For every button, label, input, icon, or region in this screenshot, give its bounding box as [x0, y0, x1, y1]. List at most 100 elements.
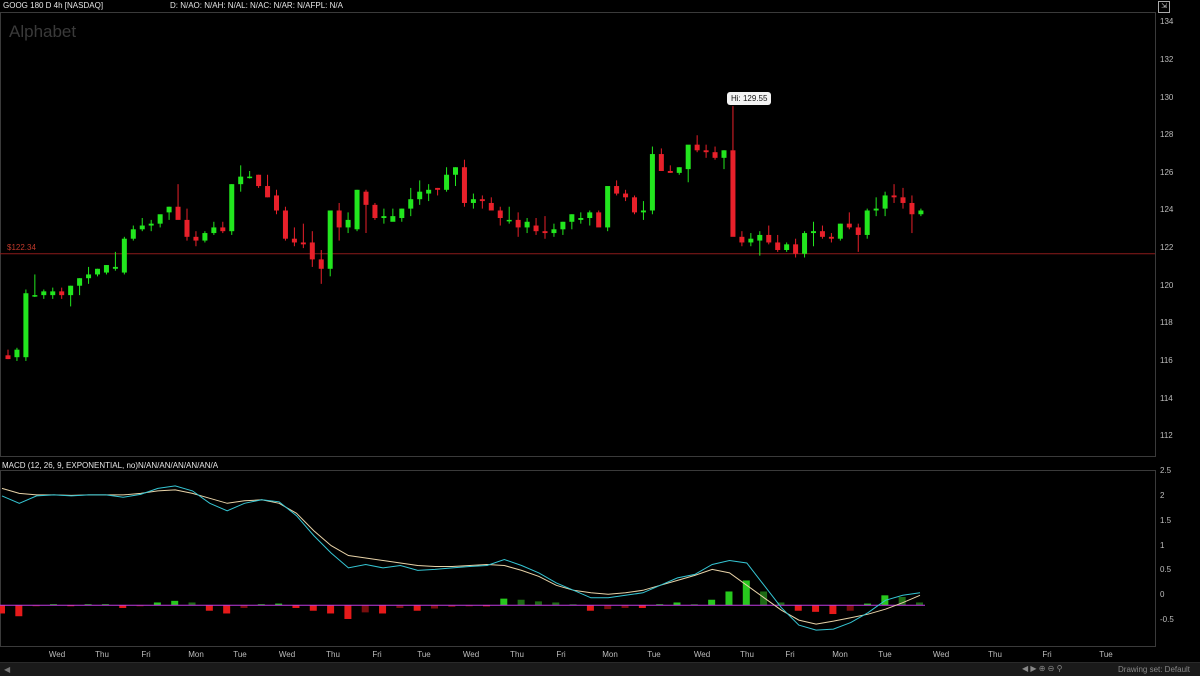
candle: [569, 214, 575, 230]
candle: [828, 233, 834, 243]
candle: [837, 223, 843, 241]
zoom-controls[interactable]: ◀ ▶ ⊕ ⊖ ⚲: [1022, 664, 1062, 673]
candle-body: [41, 291, 47, 296]
candle-body: [918, 210, 924, 215]
candle-body: [77, 278, 83, 286]
candle-body: [256, 174, 262, 187]
candle-body: [148, 223, 154, 226]
candle-body: [59, 291, 65, 296]
candle: [139, 218, 145, 232]
candle-body: [703, 150, 709, 153]
candle-body: [121, 238, 127, 273]
macd-histogram-bar: [500, 598, 508, 606]
candle: [846, 212, 852, 230]
macd-chart[interactable]: [0, 459, 1200, 647]
candle: [461, 159, 467, 207]
candle-body: [103, 265, 109, 273]
candle-body: [435, 187, 441, 190]
macd-histogram-bar: [344, 605, 352, 619]
macd-panel[interactable]: MACD (12, 26, 9, EXPONENTIAL, no)N/AN/AN…: [0, 459, 1200, 647]
price-line-label: $122.34: [7, 242, 36, 252]
candle: [220, 221, 226, 234]
candle-body: [14, 349, 20, 358]
time-axis-label: Mon: [602, 650, 618, 659]
price-panel[interactable]: GOOG 180 D 4h [NASDAQ] D: N/AO: N/AH: N/…: [0, 0, 1200, 458]
candle-body: [891, 195, 897, 198]
macd-histogram-bar: [223, 605, 231, 614]
candle-body: [506, 219, 512, 222]
candle-body: [596, 212, 602, 228]
scroll-left-icon[interactable]: ◀: [4, 665, 10, 674]
candle-body: [354, 189, 360, 230]
drawing-set-label[interactable]: Drawing set: Default: [1118, 665, 1190, 674]
candle: [86, 266, 92, 284]
candle-body: [461, 167, 467, 203]
candle: [694, 135, 700, 153]
company-watermark: Alphabet: [9, 22, 77, 41]
macd-histogram-bar: [794, 605, 802, 611]
candle: [614, 180, 620, 196]
candle: [408, 187, 414, 217]
candle: [640, 201, 646, 220]
price-axis-tick: 126: [1160, 167, 1174, 177]
candle: [372, 202, 378, 220]
price-chart[interactable]: [0, 0, 1200, 458]
candle: [354, 189, 360, 232]
candle: [739, 231, 745, 247]
macd-histogram-bar: [361, 605, 369, 613]
candle-body: [372, 204, 378, 219]
time-axis-label: Fri: [141, 650, 151, 659]
candle: [587, 210, 593, 226]
price-axis-tick: 118: [1160, 318, 1173, 328]
macd-title: MACD (12, 26, 9, EXPONENTIAL, no)N/AN/AN…: [2, 461, 219, 470]
candle-body: [748, 238, 754, 243]
time-axis-label: Wed: [462, 650, 480, 659]
price-axis-tick: 116: [1160, 355, 1173, 365]
candle: [855, 223, 861, 252]
macd-histogram-bar: [309, 605, 317, 611]
candle: [417, 180, 423, 205]
candle: [274, 189, 279, 215]
candle-body: [712, 152, 718, 158]
candle: [721, 150, 727, 170]
symbol-info: GOOG 180 D 4h [NASDAQ]: [3, 1, 104, 10]
candle-body: [390, 216, 396, 222]
candle: [336, 202, 342, 241]
candle-body: [882, 195, 888, 209]
time-axis-label: Wed: [278, 650, 296, 659]
candle-body: [265, 186, 271, 198]
price-axis-tick: 122: [1160, 243, 1174, 253]
candle: [488, 197, 494, 211]
candle-body: [640, 210, 646, 213]
candle: [667, 165, 673, 173]
candle: [166, 206, 172, 220]
candle: [918, 208, 924, 217]
time-axis-label: Thu: [326, 650, 340, 659]
candle: [77, 278, 83, 296]
expand-panel-icon[interactable]: ⇲: [1158, 1, 1170, 13]
candle-body: [587, 212, 593, 219]
price-axis-tick: 112: [1160, 431, 1173, 441]
candle: [309, 231, 315, 267]
candle-body: [694, 144, 700, 151]
candle: [453, 167, 458, 187]
macd-histogram-bar: [846, 605, 854, 611]
macd-histogram-bar: [205, 605, 213, 611]
candle-body: [470, 199, 476, 203]
candle-body: [819, 231, 825, 237]
candle-body: [667, 170, 673, 173]
macd-axis-tick: -0.5: [1160, 615, 1174, 625]
candle: [148, 219, 154, 232]
candle-body: [166, 206, 172, 213]
price-axis-tick: 132: [1160, 55, 1174, 65]
candle: [533, 218, 539, 235]
candle-body: [721, 150, 727, 158]
candle-body: [184, 219, 190, 237]
candle: [596, 210, 602, 228]
candle-body: [309, 242, 315, 260]
time-axis-label: Tue: [878, 650, 892, 659]
candle: [605, 186, 611, 232]
time-axis-label: Thu: [740, 650, 754, 659]
candle-body: [757, 234, 763, 241]
candle-body: [345, 219, 351, 228]
